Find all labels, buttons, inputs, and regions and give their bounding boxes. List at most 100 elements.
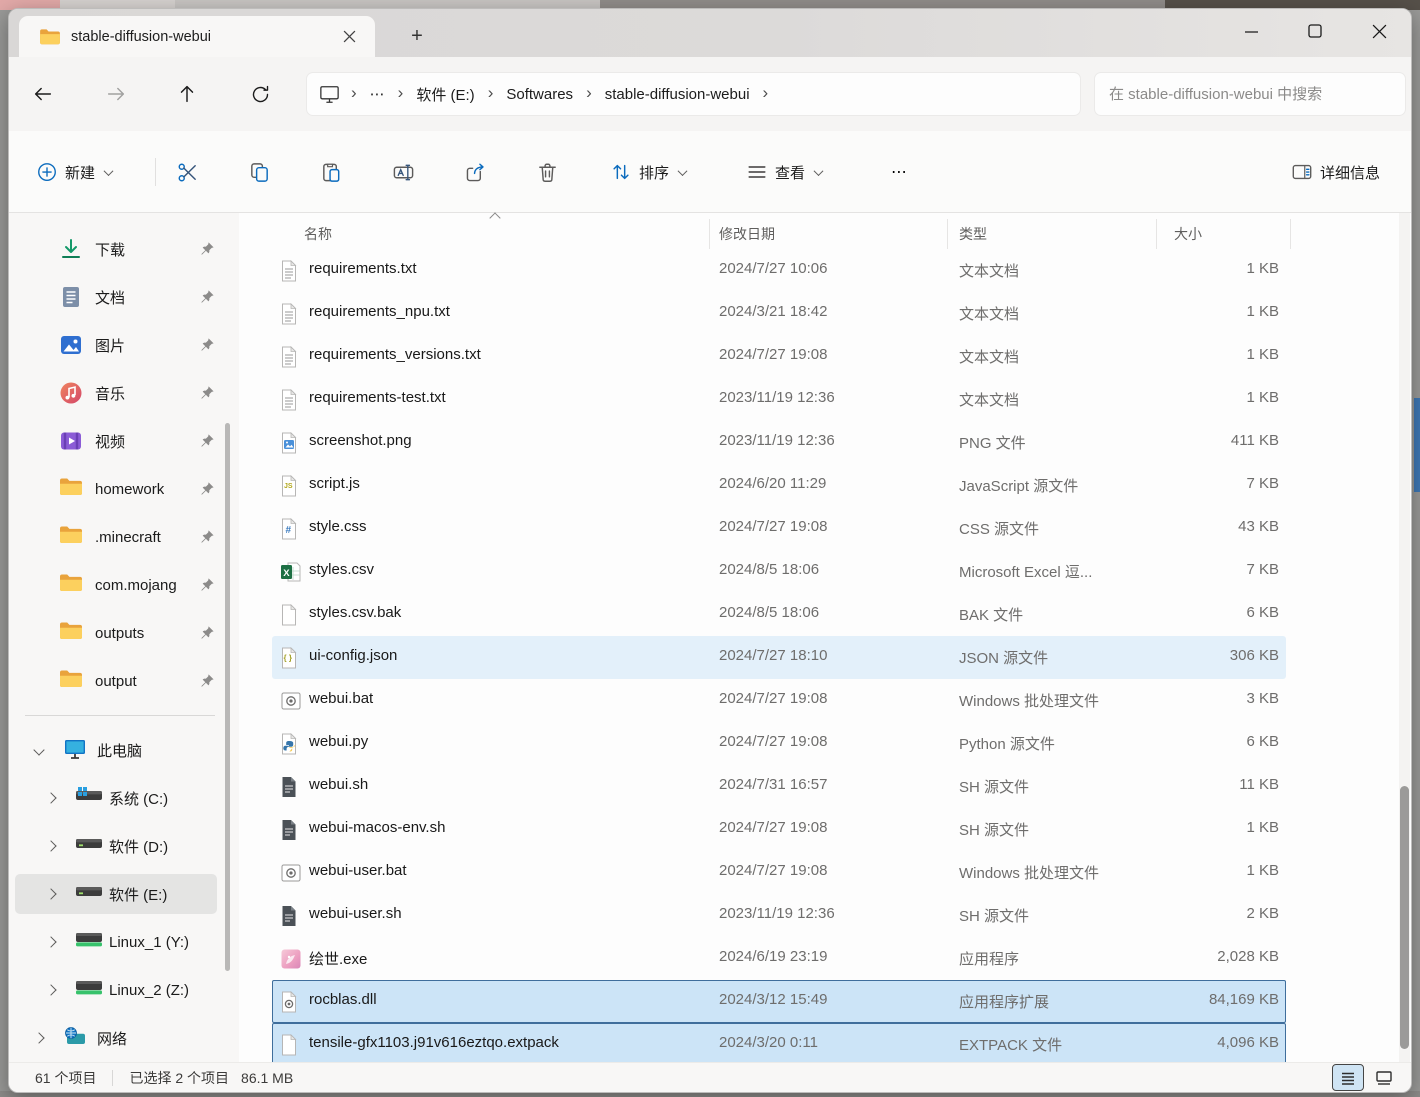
sidebar-item-this-pc[interactable]: 此电脑 — [9, 726, 231, 774]
column-header-name[interactable]: 名称 — [304, 224, 332, 244]
details-pane-button[interactable]: 详细信息 — [1282, 152, 1389, 192]
table-row[interactable]: webui-user.bat 2024/7/27 19:08 Windows 批… — [272, 851, 1286, 894]
breadcrumb-segment[interactable]: 软件 (E:) — [412, 81, 478, 108]
table-row[interactable]: # style.css 2024/7/27 19:08 CSS 源文件 43 K… — [272, 507, 1286, 550]
new-button[interactable]: 新建 — [27, 152, 121, 192]
sidebar-drive-item[interactable]: 系统 (C:) — [9, 774, 231, 822]
table-row[interactable]: webui.bat 2024/7/27 19:08 Windows 批处理文件 … — [272, 679, 1286, 722]
file-type: PNG 文件 — [959, 432, 1026, 453]
content-area: 下载 文档 图片 音乐 视频 homework .m — [9, 213, 1411, 1062]
cut-button[interactable] — [165, 152, 209, 192]
scrollbar-thumb[interactable] — [1400, 786, 1409, 1049]
minimize-button[interactable] — [1219, 9, 1283, 53]
table-row[interactable]: JS script.js 2024/6/20 11:29 JavaScript … — [272, 464, 1286, 507]
file-size: 84,169 KB — [1209, 991, 1279, 1008]
file-date-modified: 2024/6/19 23:19 — [719, 948, 827, 965]
table-row[interactable]: { } ui-config.json 2024/7/27 18:10 JSON … — [272, 636, 1286, 679]
thumbnail-view-toggle[interactable] — [1369, 1065, 1399, 1090]
chevron-right-icon — [45, 936, 56, 947]
refresh-button[interactable] — [240, 74, 280, 114]
table-row[interactable]: requirements_versions.txt 2024/7/27 19:0… — [272, 335, 1286, 378]
table-row[interactable]: screenshot.png 2023/11/19 12:36 PNG 文件 4… — [272, 421, 1286, 464]
breadcrumb-chevron-icon[interactable]: › — [754, 83, 778, 106]
delete-button[interactable] — [525, 152, 569, 192]
breadcrumb-segment[interactable]: ⋯ — [366, 82, 389, 106]
table-row[interactable]: requirements.txt 2024/7/27 10:06 文本文档 1 … — [272, 249, 1286, 292]
table-row[interactable]: X styles.csv 2024/8/5 18:06 Microsoft Ex… — [272, 550, 1286, 593]
share-button[interactable] — [453, 152, 497, 192]
sidebar-drive-item[interactable]: 软件 (E:) — [9, 870, 231, 918]
sidebar-quick-item[interactable]: com.mojang — [9, 561, 231, 609]
search-input[interactable] — [1095, 86, 1405, 103]
py-file-icon — [280, 733, 302, 755]
forward-button[interactable] — [96, 74, 136, 114]
sidebar-drive-item[interactable]: Linux_2 (Z:) — [9, 966, 231, 1014]
sort-button-label: 排序 — [639, 162, 669, 183]
paste-button[interactable] — [309, 152, 353, 192]
column-separator[interactable] — [1290, 219, 1291, 249]
maximize-button[interactable] — [1283, 9, 1347, 53]
table-row[interactable]: requirements_npu.txt 2024/3/21 18:42 文本文… — [272, 292, 1286, 335]
explorer-tab[interactable]: stable-diffusion-webui — [19, 16, 375, 57]
sidebar-quick-item[interactable]: .minecraft — [9, 513, 231, 561]
table-row[interactable]: rocblas.dll 2024/3/12 15:49 应用程序扩展 84,16… — [272, 980, 1286, 1023]
more-options-button[interactable]: ⋯ — [877, 152, 921, 192]
up-button[interactable] — [167, 74, 207, 114]
tab-close-icon[interactable] — [335, 23, 363, 51]
copy-button[interactable] — [237, 152, 281, 192]
folder-icon — [59, 477, 83, 501]
sidebar-quick-item[interactable]: 视频 — [9, 417, 231, 465]
column-separator[interactable] — [1156, 219, 1157, 249]
vertical-scrollbar[interactable] — [1399, 213, 1410, 1062]
sidebar-item-label: 网络 — [97, 1028, 127, 1049]
sidebar-item-label: com.mojang — [95, 577, 177, 594]
sidebar-item-label: 系统 (C:) — [109, 788, 168, 809]
column-header-size[interactable]: 大小 — [1174, 224, 1202, 244]
file-date-modified: 2024/3/21 18:42 — [719, 303, 827, 320]
breadcrumb-segment[interactable]: Softwares — [502, 83, 577, 106]
rename-button[interactable] — [381, 152, 425, 192]
details-view-toggle[interactable] — [1333, 1065, 1363, 1090]
back-button[interactable] — [23, 74, 63, 114]
details-pane-icon — [1291, 161, 1313, 183]
sidebar-quick-item[interactable]: output — [9, 657, 231, 705]
table-row[interactable]: styles.csv.bak 2024/8/5 18:06 BAK 文件 6 K… — [272, 593, 1286, 636]
file-date-modified: 2024/7/27 19:08 — [719, 733, 827, 750]
table-row[interactable]: webui-macos-env.sh 2024/7/27 19:08 SH 源文… — [272, 808, 1286, 851]
sidebar-item-network[interactable]: 网络 — [9, 1014, 231, 1062]
table-row[interactable]: webui.sh 2024/7/31 16:57 SH 源文件 11 KB — [272, 765, 1286, 808]
sidebar-quick-item[interactable]: 音乐 — [9, 369, 231, 417]
view-button[interactable]: 查看 — [737, 152, 831, 192]
sidebar-drive-item[interactable]: Linux_1 (Y:) — [9, 918, 231, 966]
table-row[interactable]: 绘世.exe 2024/6/19 23:19 应用程序 2,028 KB — [272, 937, 1286, 980]
sidebar-item-label: Linux_1 (Y:) — [109, 934, 189, 951]
new-tab-button[interactable]: + — [401, 21, 433, 51]
column-header-date[interactable]: 修改日期 — [719, 224, 775, 244]
file-size: 306 KB — [1230, 647, 1279, 664]
table-row[interactable]: webui.py 2024/7/27 19:08 Python 源文件 6 KB — [272, 722, 1286, 765]
sort-button[interactable]: 排序 — [601, 152, 695, 192]
this-pc-icon[interactable] — [317, 85, 342, 104]
column-headers: 名称 修改日期 类型 大小 — [239, 219, 1411, 249]
exe-file-icon — [280, 948, 302, 970]
file-date-modified: 2023/11/19 12:36 — [719, 389, 835, 406]
sidebar-quick-item[interactable]: 文档 — [9, 273, 231, 321]
file-date-modified: 2024/3/20 0:11 — [719, 1034, 818, 1051]
sidebar-quick-item[interactable]: homework — [9, 465, 231, 513]
table-row[interactable]: requirements-test.txt 2023/11/19 12:36 文… — [272, 378, 1286, 421]
sidebar-scrollbar[interactable] — [225, 423, 230, 971]
sidebar-quick-item[interactable]: 下载 — [9, 225, 231, 273]
table-row[interactable]: tensile-gfx1103.j91v616eztqo.extpack 202… — [272, 1023, 1286, 1062]
pin-icon — [199, 337, 215, 353]
column-separator[interactable] — [947, 219, 948, 249]
videos-icon — [59, 429, 83, 453]
close-button[interactable] — [1347, 9, 1411, 53]
breadcrumb-segment[interactable]: stable-diffusion-webui — [601, 83, 754, 106]
column-separator[interactable] — [709, 219, 710, 249]
sidebar-drive-item[interactable]: 软件 (D:) — [9, 822, 231, 870]
file-explorer-window: stable-diffusion-webui + — [8, 8, 1412, 1093]
sidebar-quick-item[interactable]: 图片 — [9, 321, 231, 369]
table-row[interactable]: webui-user.sh 2023/11/19 12:36 SH 源文件 2 … — [272, 894, 1286, 937]
sidebar-quick-item[interactable]: outputs — [9, 609, 231, 657]
column-header-type[interactable]: 类型 — [959, 224, 987, 244]
